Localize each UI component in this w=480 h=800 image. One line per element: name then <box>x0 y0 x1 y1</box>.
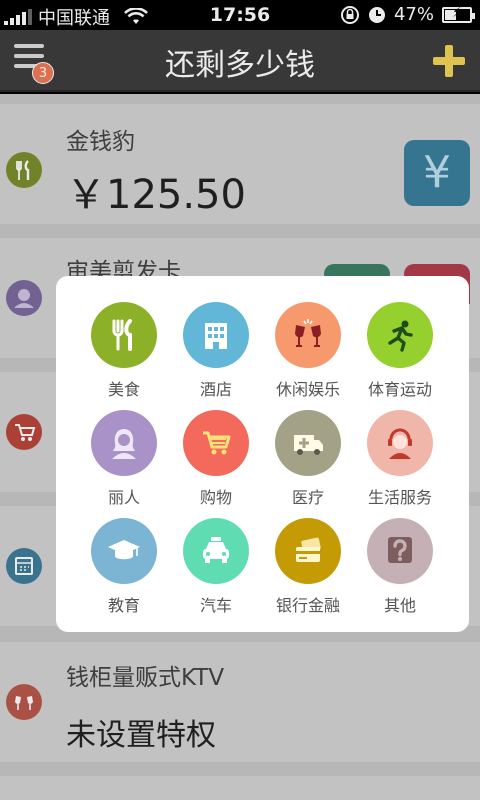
wine-glasses-icon <box>275 302 341 368</box>
category-label: 酒店 <box>199 380 232 399</box>
category-label: 教育 <box>107 596 140 615</box>
category-life-services[interactable]: 生活服务 <box>354 410 446 508</box>
category-label: 购物 <box>199 488 232 507</box>
category-label: 生活服务 <box>367 488 432 507</box>
category-medical[interactable]: 医疗 <box>262 410 354 508</box>
graduation-cap-icon <box>91 518 157 584</box>
car-icon <box>183 518 249 584</box>
category-picker: 美食 酒店 休闲娱乐 体育运动 丽人 购物 医疗 生活服务 教育 汽车 银行金融… <box>56 276 469 632</box>
bank-card-icon <box>275 518 341 584</box>
category-label: 银行金融 <box>275 596 340 615</box>
category-banking[interactable]: 银行金融 <box>262 518 354 616</box>
category-leisure[interactable]: 休闲娱乐 <box>262 302 354 400</box>
category-education[interactable]: 教育 <box>78 518 170 616</box>
category-other[interactable]: 其他 <box>354 518 446 616</box>
headset-person-icon <box>367 410 433 476</box>
runner-icon <box>367 302 433 368</box>
category-label: 休闲娱乐 <box>275 380 340 399</box>
ambulance-icon <box>275 410 341 476</box>
hotel-icon <box>183 302 249 368</box>
fork-knife-icon <box>91 302 157 368</box>
category-car[interactable]: 汽车 <box>170 518 262 616</box>
category-hotel[interactable]: 酒店 <box>170 302 262 400</box>
category-label: 医疗 <box>291 488 324 507</box>
category-beauty[interactable]: 丽人 <box>78 410 170 508</box>
category-label: 丽人 <box>107 488 140 507</box>
category-label: 其他 <box>383 596 416 615</box>
category-label: 体育运动 <box>367 380 432 399</box>
category-food[interactable]: 美食 <box>78 302 170 400</box>
woman-icon <box>91 410 157 476</box>
question-icon <box>367 518 433 584</box>
shopping-cart-icon <box>183 410 249 476</box>
modal-overlay[interactable]: 美食 酒店 休闲娱乐 体育运动 丽人 购物 医疗 生活服务 教育 汽车 银行金融… <box>0 0 480 800</box>
category-label: 美食 <box>107 380 140 399</box>
category-label: 汽车 <box>199 596 232 615</box>
category-shopping[interactable]: 购物 <box>170 410 262 508</box>
category-sports[interactable]: 体育运动 <box>354 302 446 400</box>
